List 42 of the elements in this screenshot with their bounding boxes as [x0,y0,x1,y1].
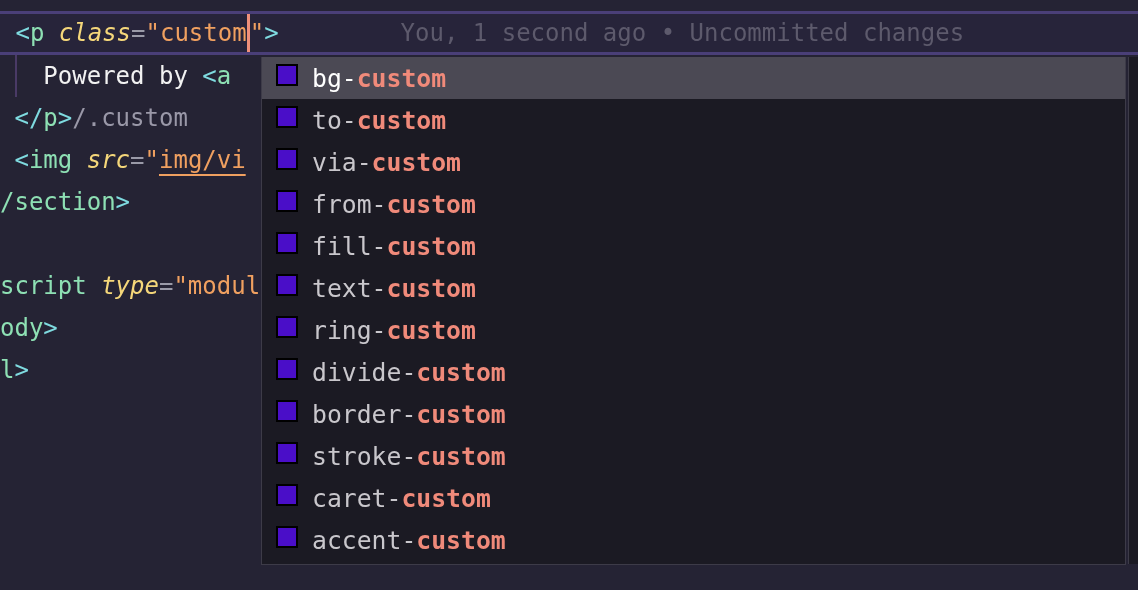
bracket-text: < [15,19,30,47]
bracket-text: < [202,62,217,90]
equals-sign: = [131,19,146,47]
suggestion-item[interactable]: fill-custom [262,225,1125,267]
tag-name: /section [0,188,116,216]
suggestion-item[interactable]: border-custom [262,393,1125,435]
bracket-text: </ [14,104,44,132]
suggestion-item[interactable]: via-custom [262,141,1125,183]
equals-sign: = [158,272,174,300]
tag-name: p [29,19,45,47]
suggestion-item[interactable]: stroke-custom [262,435,1125,477]
string-text: " [249,19,265,47]
suggestion-item[interactable]: divide-custom [262,351,1125,393]
attribute-name: src [86,146,131,174]
tag-name: p [43,104,58,132]
bracket-text: > [115,188,131,216]
tag-name: img [28,146,73,174]
suggestion-item[interactable]: ring-custom [262,309,1125,351]
bracket-text: > [264,19,279,47]
bracket-text: > [57,104,73,132]
bracket-text: > [43,314,58,342]
comment-text: /.custom [72,104,188,132]
suggestion-item[interactable]: text-custom [262,267,1125,309]
suggestion-item[interactable]: accent-custom [262,519,1125,561]
code-text: Powered by [43,62,189,90]
bracket-text: > [14,356,29,384]
suggestion-item[interactable]: caret-custom [262,477,1125,519]
tag-name: script [0,272,87,300]
string-text: "custom [145,19,247,47]
tag-name: ody [0,314,44,342]
link-text: img/vi [159,146,246,174]
suggestion-item[interactable]: from-custom [262,183,1125,225]
bracket-text: < [14,146,29,174]
string-text: " [144,146,159,174]
equals-sign: = [130,146,145,174]
tag-name: a [216,62,232,90]
string-text: "modul [173,272,261,300]
suggestion-item[interactable]: to-custom [262,99,1125,141]
tag-name: l [0,356,15,384]
attribute-name: class [58,19,132,47]
attribute-name: type [101,272,159,300]
suggestion-item[interactable]: bg-custom [262,57,1125,99]
